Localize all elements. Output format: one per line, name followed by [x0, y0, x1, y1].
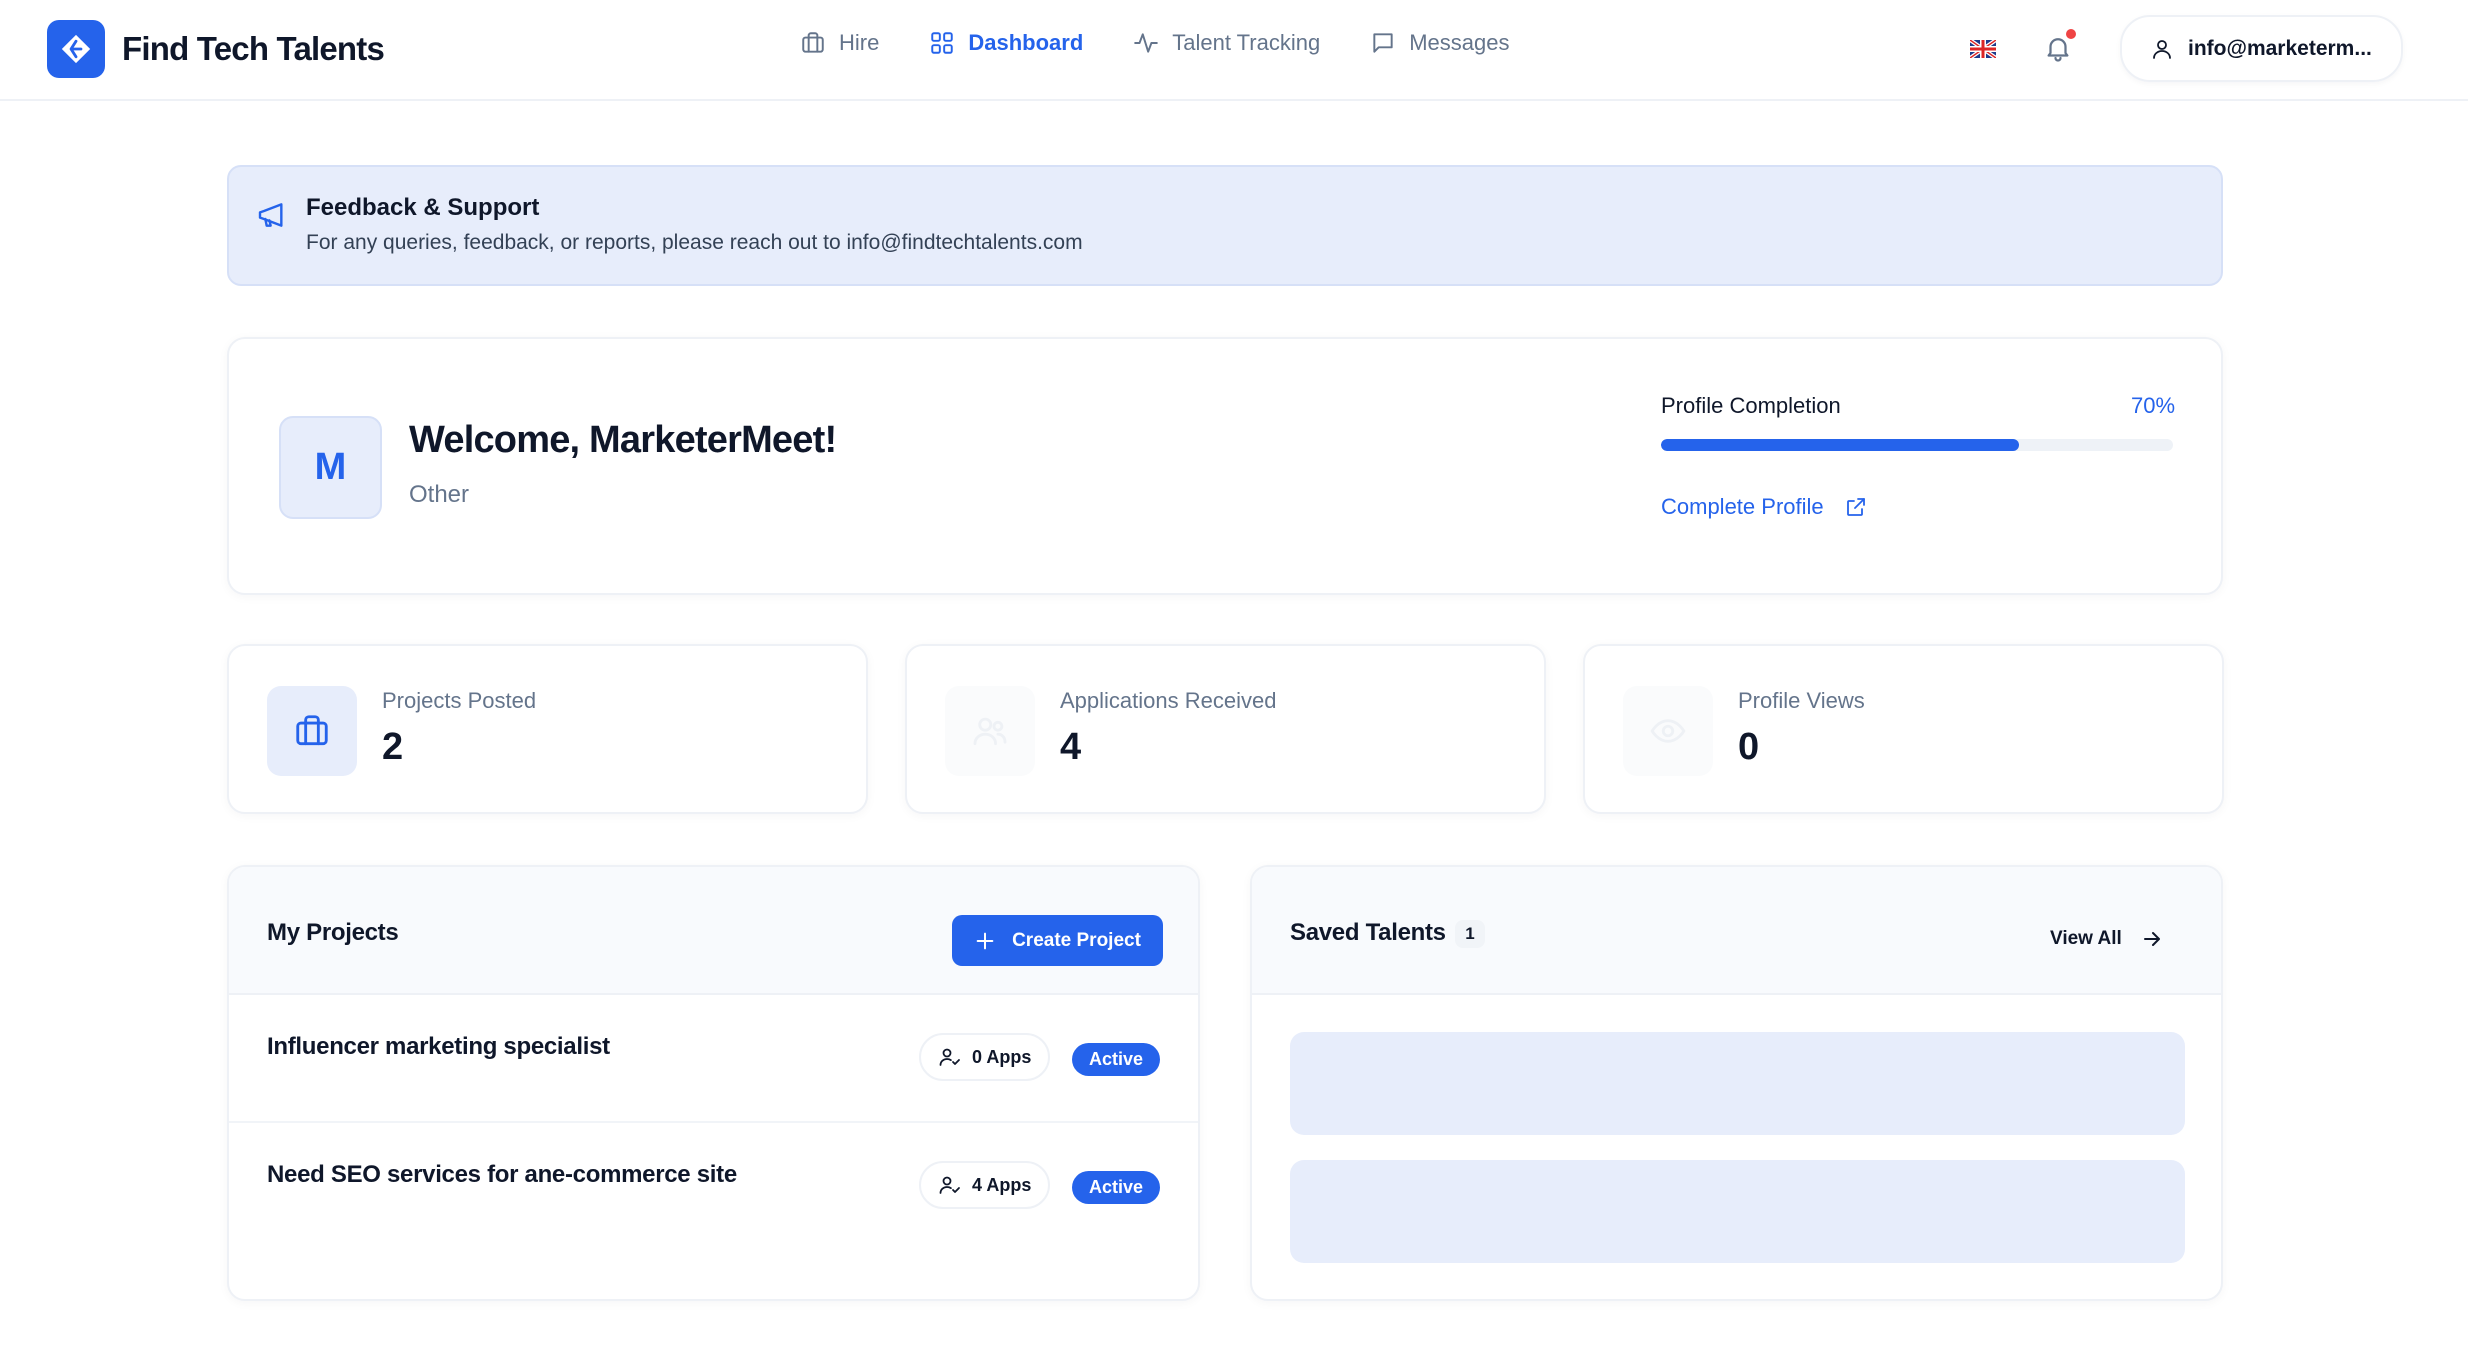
- user-check-icon: [939, 1176, 960, 1194]
- logo-icon: [47, 20, 105, 78]
- feedback-banner: Feedback & Support For any queries, feed…: [227, 165, 2223, 286]
- uk-flag-icon[interactable]: [1970, 40, 1996, 58]
- panel-header: Saved Talents 1 View All: [1252, 867, 2221, 995]
- account-label: info@marketerm...: [2188, 36, 2372, 60]
- nav-item-label: Talent Tracking: [1172, 30, 1321, 55]
- briefcase-icon: [802, 32, 824, 53]
- panel-title: My Projects: [267, 919, 399, 946]
- brand-name: Find Tech Talents: [122, 30, 385, 67]
- profile-completion-value: 70%: [2131, 393, 2176, 418]
- nav-item-label: Hire: [839, 30, 880, 55]
- profile-completion-fill: [1661, 439, 2020, 451]
- view-all-link[interactable]: View All: [2050, 927, 2164, 951]
- stat-icon-box: [945, 686, 1035, 776]
- saved-talents-panel: Saved Talents 1 View All: [1250, 865, 2223, 1301]
- profile-completion-label: Profile Completion: [1661, 393, 1841, 418]
- user-check-icon: [939, 1048, 960, 1066]
- panel-title: Saved Talents: [1290, 919, 1446, 946]
- nav-item-label: Messages: [1409, 30, 1510, 55]
- top-header: Find Tech Talents Hire Dashboard Talent …: [0, 0, 2468, 101]
- my-projects-panel: My Projects Create Project Influencer ma…: [227, 865, 1200, 1301]
- welcome-title: Welcome, MarketerMeet!: [409, 419, 837, 461]
- eye-icon: [1650, 719, 1686, 743]
- stat-value: 0: [1738, 726, 1760, 768]
- panel-header: My Projects Create Project: [229, 867, 1198, 995]
- create-project-button[interactable]: Create Project: [952, 915, 1163, 966]
- megaphone-icon: [258, 203, 283, 227]
- welcome-subtitle: Other: [409, 481, 470, 508]
- brand-logo[interactable]: Find Tech Talents: [47, 20, 385, 78]
- banner-text: For any queries, feedback, or reports, p…: [306, 231, 1083, 254]
- stat-card-profile-views: Profile Views 0: [1583, 644, 2224, 814]
- count-badge: 1: [1455, 920, 1485, 948]
- status-badge: Active: [1072, 1171, 1161, 1204]
- complete-profile-link[interactable]: Complete Profile: [1661, 494, 1868, 520]
- project-name: Need SEO services for ane-commerce site: [267, 1161, 737, 1188]
- stat-icon-box: [267, 686, 357, 776]
- stat-value: 4: [1060, 726, 1082, 768]
- status-badge: Active: [1072, 1043, 1161, 1076]
- main-nav: Hire Dashboard Talent Tracking Messages: [800, 30, 1510, 56]
- nav-item-label: Dashboard: [968, 30, 1084, 55]
- stat-icon-box: [1623, 686, 1713, 776]
- account-menu[interactable]: info@marketerm...: [2120, 15, 2403, 82]
- user-icon: [2153, 39, 2171, 59]
- stat-label: Applications Received: [1060, 688, 1277, 713]
- nav-item-talent-tracking[interactable]: Talent Tracking: [1133, 30, 1320, 56]
- project-name: Influencer marketing specialist: [267, 1033, 610, 1060]
- stat-label: Profile Views: [1738, 688, 1865, 713]
- briefcase-icon: [296, 715, 328, 746]
- loading-skeleton: [1290, 1160, 2185, 1263]
- applications-pill[interactable]: 4 Apps: [919, 1161, 1051, 1209]
- external-link-icon: [1846, 498, 1865, 516]
- nav-item-messages[interactable]: Messages: [1370, 30, 1510, 56]
- nav-item-dashboard[interactable]: Dashboard: [929, 30, 1083, 56]
- avatar: M: [279, 416, 382, 519]
- banner-title: Feedback & Support: [306, 194, 540, 221]
- welcome-card: M Welcome, MarketerMeet! Other Profile C…: [227, 337, 2223, 595]
- applications-count: 4 Apps: [972, 1174, 1032, 1195]
- stat-card-applications-received: Applications Received 4: [905, 644, 1546, 814]
- stat-card-projects-posted: Projects Posted 2: [227, 644, 868, 814]
- nav-item-hire[interactable]: Hire: [800, 30, 879, 56]
- project-row[interactable]: Influencer marketing specialist 0 Apps A…: [229, 995, 1198, 1123]
- arrow-right-icon: [2143, 932, 2160, 946]
- project-row[interactable]: Need SEO services for ane-commerce site …: [229, 1123, 1198, 1251]
- stat-label: Projects Posted: [382, 688, 537, 713]
- message-icon: [1373, 33, 1393, 53]
- stat-value: 2: [382, 726, 404, 768]
- loading-skeleton: [1290, 1032, 2185, 1135]
- notification-dot: [2066, 29, 2076, 39]
- activity-icon: [1134, 33, 1159, 53]
- applications-pill[interactable]: 0 Apps: [919, 1033, 1051, 1081]
- create-project-label: Create Project: [1012, 929, 1141, 951]
- view-all-label: View All: [2050, 928, 2122, 949]
- grid-icon: [931, 32, 954, 54]
- profile-completion-bar: [1661, 439, 2173, 451]
- users-icon: [973, 717, 1007, 746]
- applications-count: 0 Apps: [972, 1046, 1032, 1067]
- complete-profile-label: Complete Profile: [1661, 494, 1824, 519]
- plus-icon: [976, 932, 994, 949]
